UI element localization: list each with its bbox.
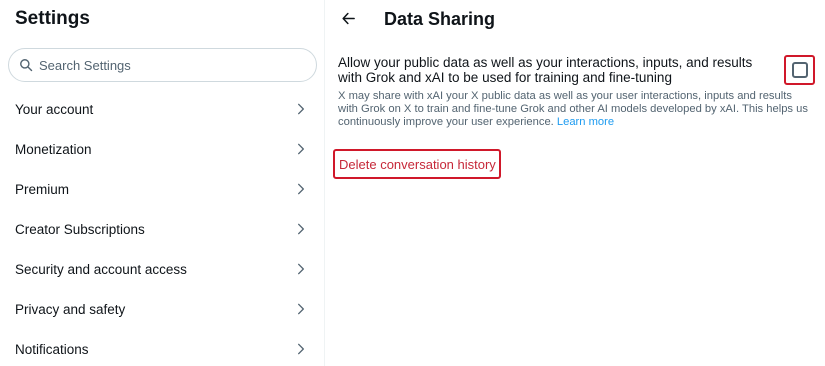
data-sharing-checkbox[interactable] bbox=[791, 62, 808, 78]
chevron-right-icon bbox=[298, 303, 304, 315]
menu-item-monetization[interactable]: Monetization bbox=[0, 129, 324, 169]
delete-conversation-history-button[interactable]: Delete conversation history bbox=[339, 157, 496, 172]
chevron-right-icon bbox=[298, 143, 304, 155]
settings-title: Settings bbox=[15, 8, 90, 29]
menu-item-label: Security and account access bbox=[15, 261, 187, 277]
page-title: Data Sharing bbox=[384, 9, 496, 29]
menu-item-label: Privacy and safety bbox=[15, 301, 126, 317]
chevron-right-icon bbox=[298, 263, 304, 275]
chevron-right-icon bbox=[298, 343, 304, 355]
delete-highlight-box: Delete conversation history bbox=[333, 149, 501, 179]
arrow-left-icon bbox=[341, 12, 355, 24]
data-sharing-description: X may share with xAI your X public data … bbox=[338, 90, 808, 129]
menu-item-privacy-and-safety[interactable]: Privacy and safety bbox=[0, 289, 324, 329]
chevron-right-icon bbox=[298, 103, 304, 115]
settings-menu: Your account Monetization Premium Creato… bbox=[0, 89, 324, 366]
menu-item-label: Creator Subscriptions bbox=[15, 221, 145, 237]
back-button[interactable] bbox=[339, 9, 357, 27]
menu-item-label: Monetization bbox=[15, 141, 92, 157]
data-sharing-option-label: Allow your public data as well as your i… bbox=[338, 55, 753, 85]
menu-item-label: Notifications bbox=[15, 341, 89, 357]
chevron-right-icon bbox=[298, 223, 304, 235]
menu-item-label: Your account bbox=[15, 101, 94, 117]
menu-item-creator-subscriptions[interactable]: Creator Subscriptions bbox=[0, 209, 324, 249]
settings-sidebar: Settings Your account Monetization Premi… bbox=[0, 0, 325, 366]
menu-item-your-account[interactable]: Your account bbox=[0, 89, 324, 129]
chevron-right-icon bbox=[298, 183, 304, 195]
search-input[interactable] bbox=[39, 57, 289, 73]
app-window: Settings Your account Monetization Premi… bbox=[0, 0, 825, 366]
menu-item-security[interactable]: Security and account access bbox=[0, 249, 324, 289]
menu-item-premium[interactable]: Premium bbox=[0, 169, 324, 209]
search-box[interactable] bbox=[8, 48, 317, 82]
learn-more-link[interactable]: Learn more bbox=[557, 116, 614, 128]
search-icon bbox=[20, 59, 33, 72]
menu-item-label: Premium bbox=[15, 181, 70, 197]
menu-item-notifications[interactable]: Notifications bbox=[0, 329, 324, 366]
checkbox-highlight-box bbox=[784, 55, 815, 85]
